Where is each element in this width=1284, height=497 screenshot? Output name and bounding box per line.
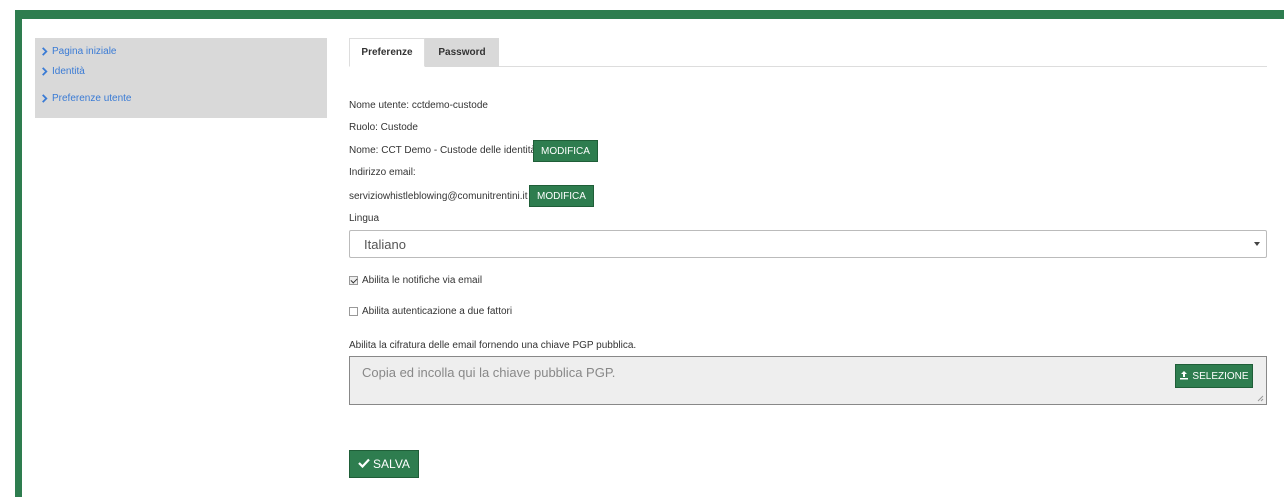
sidebar-item-identities[interactable]: Identità [35,58,327,85]
two-factor-checkbox[interactable] [349,307,358,316]
email-value: serviziowhistleblowing@comunitrentini.it [349,191,528,202]
pgp-placeholder: Copia ed incolla qui la chiave pubblica … [362,365,616,380]
chevron-right-icon [40,94,49,103]
chevron-right-icon [40,67,49,76]
header-bar [15,10,1284,19]
sidebar-nav: Pagina iniziale Identità Preferenze uten… [35,38,327,118]
chevron-right-icon [40,46,49,56]
sidebar-item-label: Preferenze utente [52,93,132,104]
language-label: Lingua [349,213,380,224]
select-key-file-label: SELEZIONE [1192,370,1249,382]
language-selected-value: Italiano [364,236,406,252]
select-key-file-button[interactable]: SELEZIONE [1175,364,1253,388]
upload-icon [1179,370,1189,383]
name-text: Nome: CCT Demo - Custode delle identità [349,145,537,156]
save-button[interactable]: SALVA [349,450,419,478]
edit-email-button[interactable]: MODIFICA [529,185,594,207]
edit-name-button[interactable]: MODIFICA [533,140,598,162]
tab-preferences[interactable]: Preferenze [349,38,425,67]
two-factor-label: Abilita autenticazione a due fattori [362,306,513,317]
role-text: Ruolo: Custode [349,122,418,133]
sidebar-item-home[interactable]: Pagina iniziale [35,44,327,58]
sidebar-item-label: Identità [52,66,85,77]
username-text: Nome utente: cctdemo-custode [349,100,488,111]
sidebar-item-user-preferences[interactable]: Preferenze utente [35,85,327,112]
email-notifications-label: Abilita le notifiche via email [362,275,483,286]
email-label: Indirizzo email: [349,167,416,178]
left-border [15,10,22,497]
pgp-label: Abilita la cifratura delle email fornend… [349,340,637,351]
tab-password[interactable]: Password [425,38,499,67]
check-icon [358,457,370,471]
save-label: SALVA [373,457,410,471]
email-notifications-option: Abilita le notifiche via email [349,275,482,286]
resize-handle-icon[interactable] [1257,395,1264,402]
language-select[interactable]: Italiano [349,230,1267,258]
pgp-key-textarea[interactable]: Copia ed incolla qui la chiave pubblica … [349,356,1267,405]
tab-bar: Preferenze Password [349,38,1267,67]
two-factor-option: Abilita autenticazione a due fattori [349,306,512,317]
email-notifications-checkbox[interactable] [349,276,358,285]
chevron-down-icon [1254,242,1260,246]
sidebar-item-label: Pagina iniziale [52,45,117,57]
